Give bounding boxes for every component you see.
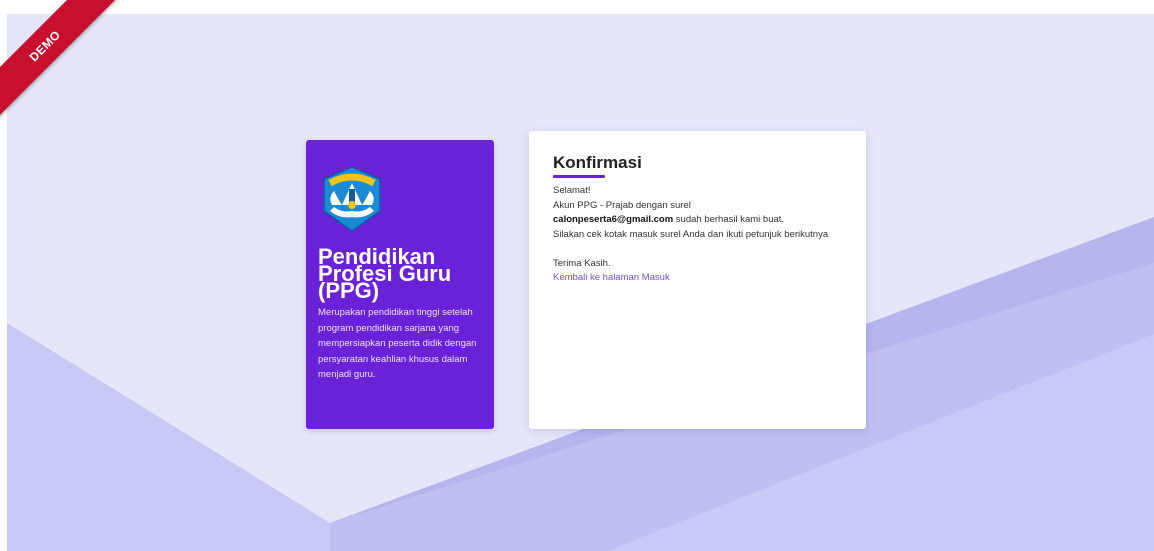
tut-wuri-handayani-logo-icon: [318, 165, 386, 233]
intro-card: Pendidikan Profesi Guru (PPG) Merupakan …: [306, 140, 494, 429]
created-text: calonpeserta6@gmail.com sudah berhasil k…: [553, 213, 853, 228]
confirmation-card: Konfirmasi Selamat! Akun PPG - Prajab de…: [529, 131, 866, 429]
demo-ribbon-container: DEMO: [0, 0, 120, 120]
title-line-3: (PPG): [318, 278, 380, 303]
created-suffix: sudah berhasil kami buat.: [673, 214, 785, 225]
demo-ribbon: DEMO: [0, 0, 118, 119]
confirmation-heading: Konfirmasi: [553, 153, 642, 172]
heading-underline: [553, 175, 605, 178]
back-to-login-link[interactable]: Kembali ke halaman Masuk: [553, 272, 670, 283]
instructions-text: Silakan cek kotak masuk surel Anda dan i…: [553, 228, 829, 240]
app-description: Merupakan pendidikan tinggi setelah prog…: [318, 307, 477, 381]
greeting-text: Selamat!: [553, 185, 591, 196]
thanks-text: Terima Kasih.: [553, 257, 611, 269]
email-address: calonpeserta6@gmail.com: [553, 214, 674, 225]
app-title: Pendidikan Profesi Guru (PPG): [318, 246, 490, 302]
account-text: Akun PPG - Prajab dengan surel: [553, 199, 691, 211]
confirmation-message: Selamat! Akun PPG - Prajab dengan surel …: [553, 184, 853, 286]
